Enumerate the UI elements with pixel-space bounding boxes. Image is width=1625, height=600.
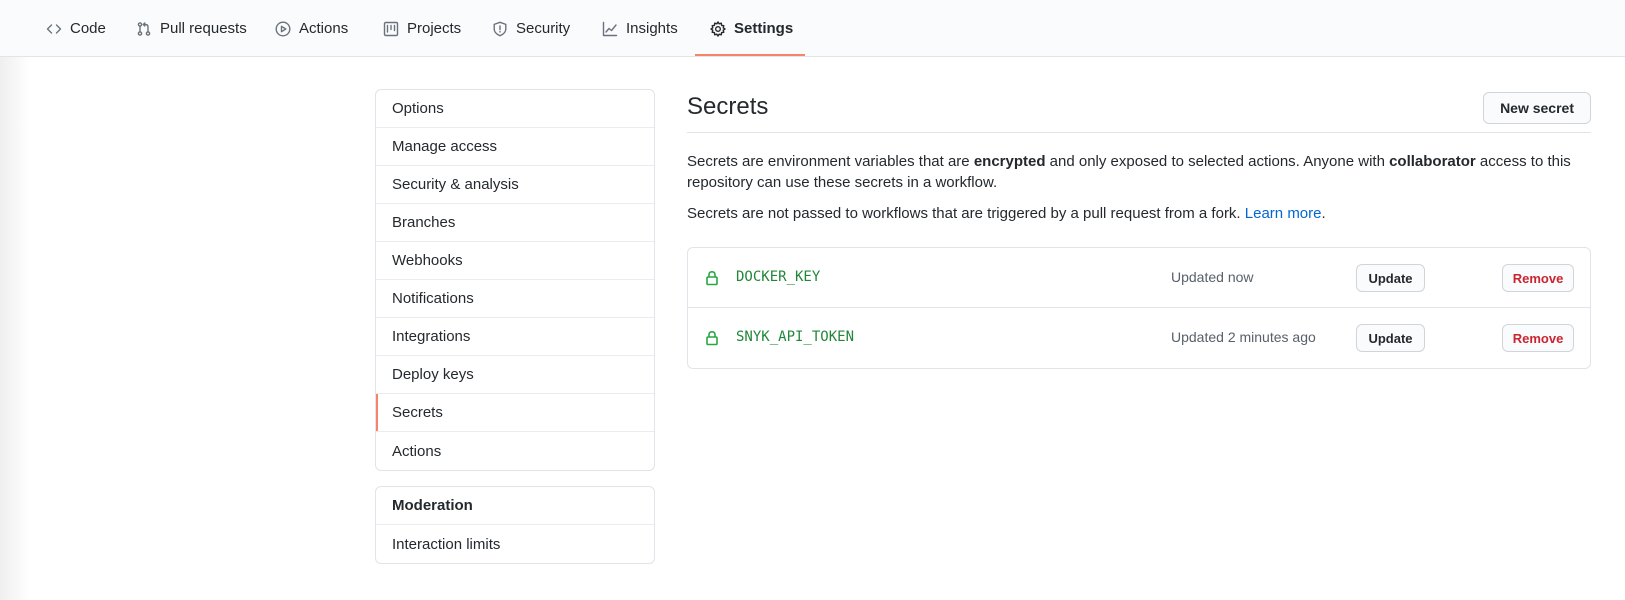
remove-secret-button[interactable]: Remove [1502,264,1574,292]
update-secret-button[interactable]: Update [1356,324,1425,352]
tab-security[interactable]: Security [492,0,570,57]
shield-icon [493,21,507,36]
lock-icon [704,270,720,286]
fork-note: Secrets are not passed to workflows that… [687,205,1326,222]
new-secret-button[interactable]: New secret [1483,92,1591,124]
tab-pull-requests[interactable]: Pull requests [136,0,247,57]
secret-updated: Updated 2 minutes ago [1171,329,1316,345]
sidebar-item-deploy-keys[interactable]: Deploy keys [376,356,654,394]
settings-sidebar: Options Manage access Security & analysi… [375,89,655,471]
repo-nav: Code Pull requests Actions Projects Secu… [0,0,1625,57]
pull-request-icon [137,21,151,36]
secrets-description: Secrets are environment variables that a… [687,153,1571,191]
page-title: Secrets [687,93,769,120]
sidebar-item-interaction-limits[interactable]: Interaction limits [376,525,654,563]
secret-name: SNYK_API_TOKEN [736,329,855,345]
sidebar-item-options[interactable]: Options [376,90,654,128]
left-edge-shade [0,56,30,600]
tab-settings[interactable]: Settings [710,0,793,57]
project-icon [383,21,399,36]
sidebar-item-actions[interactable]: Actions [376,432,654,470]
remove-secret-button[interactable]: Remove [1502,324,1574,352]
tab-code[interactable]: Code [46,0,106,57]
lock-icon [704,330,720,346]
secrets-header: Secrets New secret [687,89,1591,133]
tab-actions[interactable]: Actions [275,0,348,57]
tab-projects[interactable]: Projects [383,0,461,57]
gear-icon [710,20,726,37]
graph-icon [602,21,618,36]
tab-label: Actions [299,20,349,37]
tab-insights[interactable]: Insights [602,0,678,57]
sidebar-item-webhooks[interactable]: Webhooks [376,242,654,280]
secret-name: DOCKER_KEY [736,269,821,285]
sidebar-item-notifications[interactable]: Notifications [376,280,654,318]
tab-label: Code [70,20,106,37]
moderation-sidebar: Moderation Interaction limits [375,486,655,564]
tab-label: Pull requests [160,20,247,37]
tab-label: Security [516,20,571,37]
tab-label: Insights [626,20,678,37]
secrets-list: DOCKER_KEY Updated now Update Remove SNY… [687,247,1591,369]
sidebar-item-secrets[interactable]: Secrets [376,394,654,432]
sidebar-item-security-analysis[interactable]: Security & analysis [376,166,654,204]
secrets-main: Secrets New secret Secrets are environme… [687,89,1591,369]
sidebar-item-integrations[interactable]: Integrations [376,318,654,356]
play-icon [275,20,291,37]
learn-more-link[interactable]: Learn more [1245,205,1322,222]
secret-updated: Updated now [1171,269,1254,285]
moderation-heading: Moderation [376,487,654,525]
selected-tab-underline [695,54,805,56]
tab-label: Settings [734,20,794,37]
sidebar-item-branches[interactable]: Branches [376,204,654,242]
sidebar-item-manage-access[interactable]: Manage access [376,128,654,166]
code-icon [46,23,62,34]
update-secret-button[interactable]: Update [1356,264,1425,292]
secret-row: DOCKER_KEY Updated now Update Remove [688,248,1590,308]
secret-row: SNYK_API_TOKEN Updated 2 minutes ago Upd… [688,308,1590,368]
tab-label: Projects [407,20,462,37]
